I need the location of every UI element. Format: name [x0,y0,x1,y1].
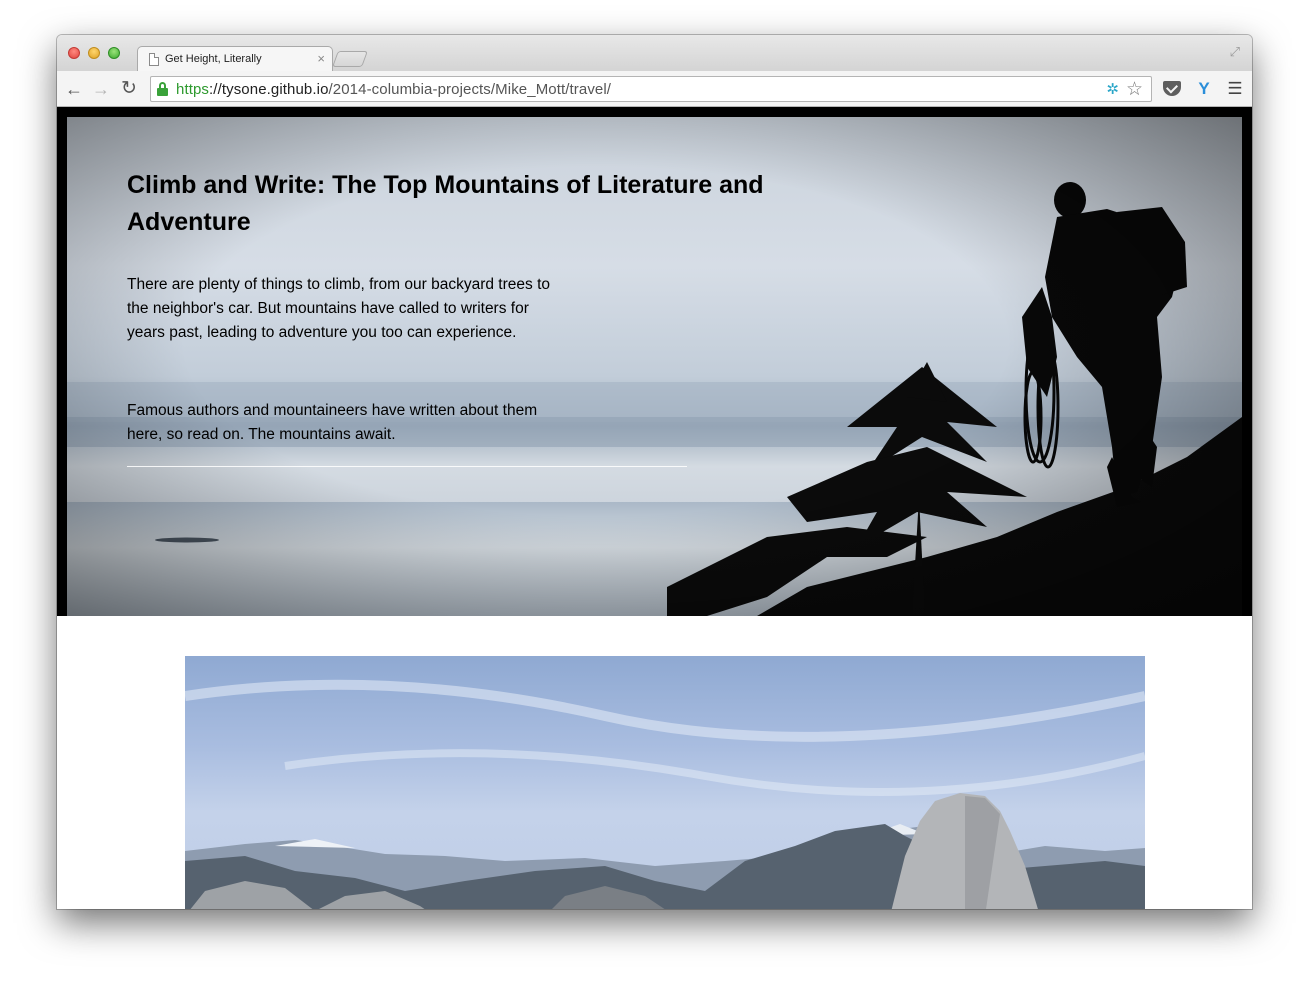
tab-active[interactable]: Get Height, Literally × [137,46,333,72]
document-icon [149,53,159,66]
tab-title: Get Height, Literally [165,53,262,65]
reload-icon[interactable]: ↻ [118,78,140,100]
tab-strip: Get Height, Literally × ⤢ [57,35,1252,72]
intro-paragraph: There are plenty of things to climb, fro… [127,276,550,341]
url-separator: :// [209,81,222,98]
mountain-photo [185,656,1145,909]
pocket-icon[interactable] [1161,78,1183,96]
url-host: tysone.github.io [221,81,329,98]
page-title: Climb and Write: The Top Mountains of Li… [127,171,764,236]
new-tab-button[interactable] [332,51,368,67]
minimize-window-button[interactable] [88,47,100,59]
intro-paragraph-2: Famous authors and mountaineers have wri… [127,402,538,443]
half-dome-illustration [185,679,1145,909]
star-icon[interactable]: ☆ [1126,78,1143,101]
lock-icon[interactable] [157,82,168,96]
fullscreen-icon[interactable]: ⤢ [1230,44,1240,60]
address-bar[interactable]: https://tysone.github.io/2014-columbia-p… [150,76,1152,102]
close-window-button[interactable] [68,47,80,59]
browser-toolbar: ← → ↻ https://tysone.github.io/2014-colu… [57,71,1252,107]
hero-section: Climb and Write: The Top Mountains of Li… [57,107,1252,616]
url-scheme: https [176,81,210,98]
url-path: /2014-columbia-projects/Mike_Mott/travel… [328,81,612,98]
browser-window: Get Height, Literally × ⤢ ← → ↻ https://… [57,35,1252,909]
page-viewport: Climb and Write: The Top Mountains of Li… [57,107,1252,909]
ghostery-icon[interactable]: Y [1193,78,1215,100]
tab-close-icon[interactable]: × [317,51,325,67]
forward-icon[interactable]: → [90,78,112,100]
back-icon[interactable]: ← [63,78,85,100]
menu-icon[interactable]: ☰ [1224,78,1246,100]
extension-icon[interactable]: ✲ [1106,80,1119,98]
zoom-window-button[interactable] [108,47,120,59]
url-text[interactable]: https://tysone.github.io/2014-columbia-p… [176,81,611,98]
divider [127,466,687,467]
